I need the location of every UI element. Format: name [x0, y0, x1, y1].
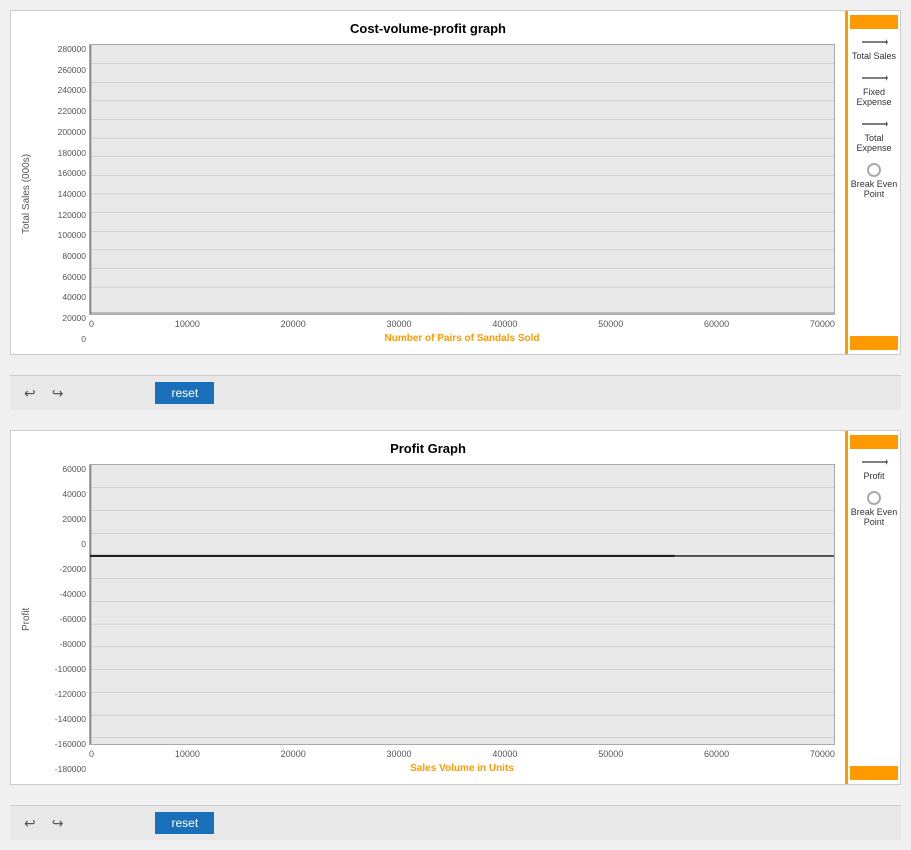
profit-legend-break-even-label: Break Even Point [850, 507, 898, 527]
profit-legend-break-even[interactable]: Break Even Point [850, 491, 898, 527]
cvp-y-axis-label: Total Sales (000s) [21, 44, 35, 344]
cvp-y-ticks: 280000 260000 240000 220000 200000 18000… [37, 44, 89, 344]
cvp-legend-total-expense[interactable]: Total Expense [850, 117, 898, 153]
profit-chart-svg [90, 465, 834, 744]
cvp-redo-button[interactable]: ↪ [48, 383, 68, 404]
profit-chart-area: Profit Graph Profit 60000 40000 20000 0 … [11, 431, 845, 784]
cvp-legend-header [850, 15, 898, 29]
profit-plot-area [89, 464, 835, 745]
profit-chart-title: Profit Graph [21, 441, 835, 456]
cvp-legend-break-even[interactable]: Break Even Point [850, 163, 898, 199]
profit-legend-panel: Profit Break Even Point [845, 431, 900, 784]
cvp-chart-svg [90, 45, 834, 314]
cvp-plot-area [89, 44, 835, 315]
break-even-icon [867, 163, 881, 177]
cvp-x-ticks: 0 10000 20000 30000 40000 50000 60000 70… [89, 319, 835, 329]
cvp-controls-bar: ↩ ↪ reset [10, 375, 901, 410]
profit-x-ticks: 0 10000 20000 30000 40000 50000 60000 70… [89, 749, 835, 759]
profit-legend-footer [850, 766, 898, 780]
cvp-legend-total-expense-label: Total Expense [850, 133, 898, 153]
profit-x-axis-label: Sales Volume in Units [89, 763, 835, 774]
profit-graph-container: Profit 60000 40000 20000 0 -20000 -40000… [21, 464, 835, 774]
cvp-chart-title: Cost-volume-profit graph [21, 21, 835, 36]
cvp-legend-total-sales-label: Total Sales [852, 51, 896, 61]
profit-legend-profit[interactable]: Profit [850, 455, 898, 481]
profit-icon [859, 455, 889, 469]
profit-break-even-icon [867, 491, 881, 505]
cvp-graph-with-yticks: 280000 260000 240000 220000 200000 18000… [37, 44, 835, 344]
profit-undo-button[interactable]: ↩ [20, 813, 40, 834]
cvp-undo-button[interactable]: ↩ [20, 383, 40, 404]
cvp-x-axis-label: Number of Pairs of Sandals Sold [89, 333, 835, 344]
cvp-chart-area: Cost-volume-profit graph Total Sales (00… [11, 11, 845, 354]
profit-chart-inner: 0 10000 20000 30000 40000 50000 60000 70… [89, 464, 835, 774]
cvp-graph-container: Total Sales (000s) 280000 260000 240000 … [21, 44, 835, 344]
cvp-legend-fixed-expense-label: Fixed Expense [850, 87, 898, 107]
profit-chart-section: Profit Graph Profit 60000 40000 20000 0 … [10, 430, 901, 785]
profit-y-axis-label: Profit [21, 464, 35, 774]
profit-redo-button[interactable]: ↪ [48, 813, 68, 834]
cvp-legend-footer [850, 336, 898, 350]
cvp-chart-inner: 0 10000 20000 30000 40000 50000 60000 70… [89, 44, 835, 344]
profit-controls-bar: ↩ ↪ reset [10, 805, 901, 840]
total-expense-icon [859, 117, 889, 131]
profit-legend-header [850, 435, 898, 449]
cvp-legend-panel: Total Sales Fixed Expense Total Expense … [845, 11, 900, 354]
profit-reset-button[interactable]: reset [155, 812, 214, 834]
cvp-legend-total-sales[interactable]: Total Sales [850, 35, 898, 61]
cvp-legend-fixed-expense[interactable]: Fixed Expense [850, 71, 898, 107]
profit-y-ticks: 60000 40000 20000 0 -20000 -40000 -60000… [37, 464, 89, 774]
profit-legend-profit-label: Profit [863, 471, 884, 481]
cvp-legend-break-even-label: Break Even Point [850, 179, 898, 199]
cvp-chart-section: Cost-volume-profit graph Total Sales (00… [10, 10, 901, 355]
cvp-reset-button[interactable]: reset [155, 382, 214, 404]
fixed-expense-icon [859, 71, 889, 85]
total-sales-icon [859, 35, 889, 49]
profit-graph-with-yticks: 60000 40000 20000 0 -20000 -40000 -60000… [37, 464, 835, 774]
